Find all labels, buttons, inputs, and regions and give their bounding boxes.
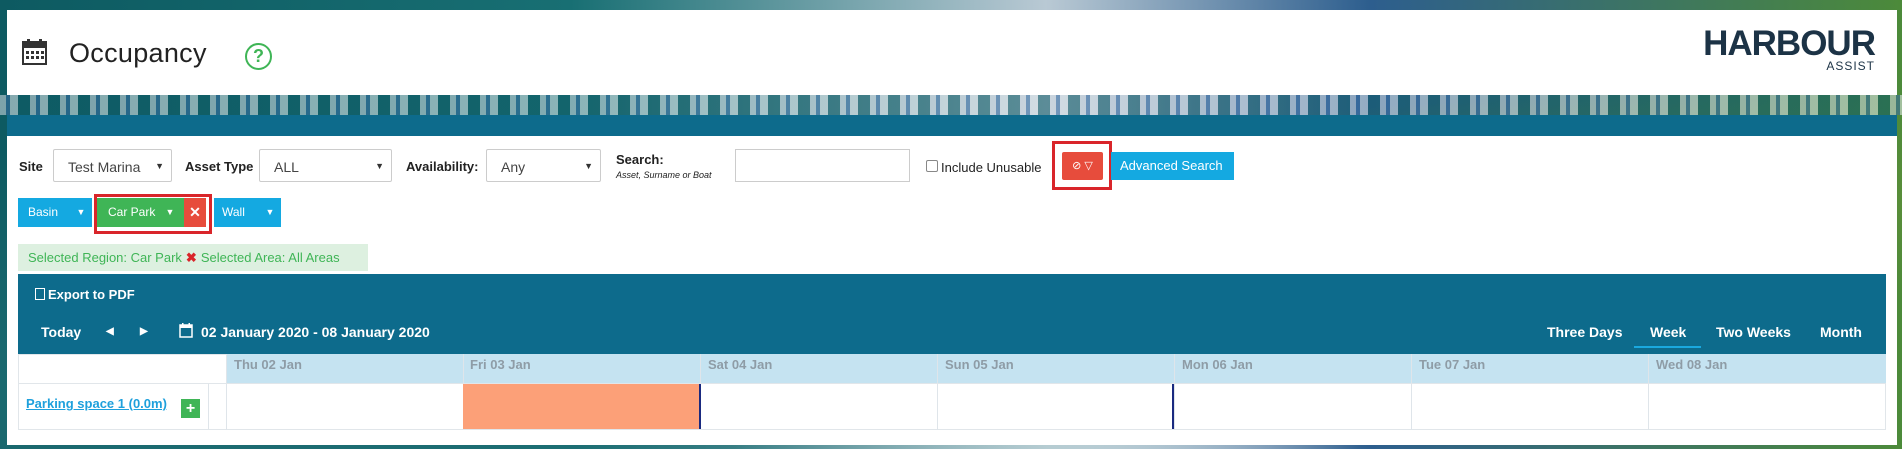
site-select-value: Test Marina — [68, 159, 141, 175]
remove-region-icon[interactable]: ✕ — [184, 198, 206, 227]
export-pdf-button[interactable]: Export to PDF — [35, 287, 135, 302]
booking-block[interactable] — [463, 384, 700, 429]
advanced-search-button[interactable]: Advanced Search ▼ — [1111, 152, 1234, 200]
calendar-icon — [22, 39, 47, 65]
page-header: Occupancy ? HARBOUR ASSIST — [7, 10, 1897, 95]
search-label: Search: — [616, 152, 664, 167]
grid-separator — [937, 354, 938, 430]
background-photo-strip — [0, 95, 1902, 115]
include-unusable-checkbox[interactable] — [926, 160, 938, 172]
chevron-down-icon[interactable]: ▼ — [259, 198, 281, 227]
date-range: 02 January 2020 - 08 January 2020 — [201, 324, 430, 340]
today-button[interactable]: Today — [41, 324, 81, 340]
view-three-days[interactable]: Three Days — [1547, 324, 1622, 340]
site-select[interactable]: Test Marina ▼ — [53, 149, 172, 182]
export-pdf-label: Export to PDF — [48, 287, 135, 302]
availability-select[interactable]: Any ▼ — [486, 149, 601, 182]
search-input[interactable] — [735, 149, 910, 182]
chevron-down-icon: ▼ — [1123, 190, 1132, 200]
asset-type-select[interactable]: ALL ▼ — [259, 149, 392, 182]
asset-type-select-value: ALL — [274, 159, 299, 175]
pdf-icon — [35, 288, 45, 300]
day-header: Sun 05 Jan — [945, 357, 1014, 372]
advanced-search-label: Advanced Search — [1120, 158, 1223, 173]
harbour-assist-logo: HARBOUR ASSIST — [1695, 24, 1876, 76]
next-icon[interactable]: ▶ — [140, 326, 148, 337]
date-marker-line — [699, 384, 701, 429]
asset-type-label: Asset Type — [185, 159, 254, 174]
grid-separator — [208, 384, 209, 429]
grid-separator — [1174, 354, 1175, 430]
region-label-wall: Wall — [222, 205, 245, 219]
page-title: Occupancy — [69, 38, 207, 68]
clear-filter-icon: ⊘ ▽ — [1072, 160, 1093, 172]
active-view-indicator — [1634, 346, 1701, 348]
logo-text: HARBOUR — [1703, 24, 1876, 63]
region-button-car-park[interactable]: Car Park ▼ ✕ — [97, 198, 206, 227]
view-two-weeks[interactable]: Two Weeks — [1716, 324, 1791, 340]
date-picker-icon[interactable] — [179, 323, 193, 338]
selected-area-text: Selected Area: All Areas — [200, 250, 340, 265]
prev-icon[interactable]: ◀ — [106, 326, 114, 337]
add-booking-button[interactable]: + — [181, 399, 200, 418]
availability-label: Availability: — [406, 159, 479, 174]
selected-region-bar: Selected Region: Car Park ✖ Selected Area:… — [18, 244, 368, 271]
close-icon[interactable]: ✖ — [186, 250, 197, 265]
region-label-car-park: Car Park — [108, 205, 156, 219]
calendar-toolbar — [18, 274, 1886, 354]
search-hint: Asset, Surname or Boat — [616, 170, 712, 180]
region-label-basin: Basin — [28, 205, 59, 219]
logo-subtext: ASSIST — [1826, 59, 1875, 73]
site-label: Site — [19, 159, 43, 174]
day-header: Thu 02 Jan — [234, 357, 302, 372]
grid-separator — [1411, 354, 1412, 430]
view-month[interactable]: Month — [1820, 324, 1862, 340]
grid-separator — [18, 383, 1886, 384]
include-unusable-label: Include Unusable — [941, 160, 1042, 175]
clear-filters-button[interactable]: ⊘ ▽ — [1062, 152, 1103, 180]
availability-select-value: Any — [501, 159, 526, 175]
selected-region-text: Selected Region: Car Park — [28, 250, 182, 265]
date-marker-line — [1172, 384, 1174, 429]
panel-title-bar — [7, 115, 1897, 136]
grid-separator — [226, 354, 227, 430]
day-header: Wed 08 Jan — [1656, 357, 1728, 372]
view-week[interactable]: Week — [1650, 324, 1686, 340]
day-header: Mon 06 Jan — [1182, 357, 1253, 372]
chevron-down-icon: ▼ — [375, 161, 384, 171]
region-button-wall[interactable]: Wall ▼ — [214, 198, 281, 227]
chevron-down-icon: ▼ — [155, 161, 164, 171]
asset-link[interactable]: Parking space 1 (0.0m) — [26, 396, 167, 411]
day-header: Sat 04 Jan — [708, 357, 773, 372]
region-button-basin[interactable]: Basin ▼ — [18, 198, 92, 227]
day-header: Tue 07 Jan — [1419, 357, 1486, 372]
grid-separator — [1648, 354, 1649, 430]
chevron-down-icon[interactable]: ▼ — [70, 198, 92, 227]
chevron-down-icon[interactable]: ▼ — [159, 198, 181, 227]
help-icon[interactable]: ? — [245, 43, 272, 70]
day-header: Fri 03 Jan — [470, 357, 531, 372]
chevron-down-icon: ▼ — [584, 161, 593, 171]
